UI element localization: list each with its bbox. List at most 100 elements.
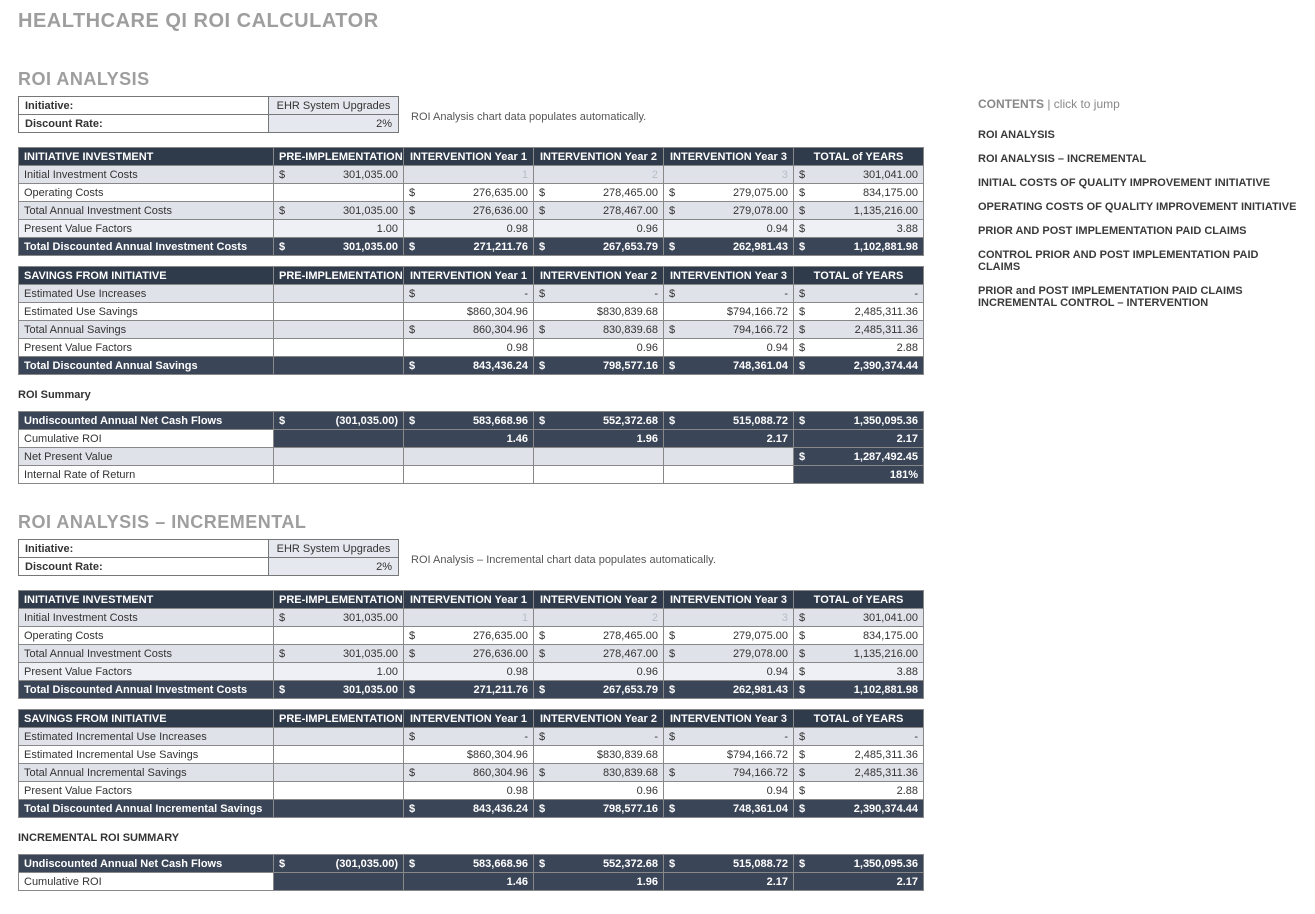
meta-table-roi: Initiative: EHR System Upgrades Discount…: [18, 96, 399, 133]
row-label: Total Annual Savings: [19, 321, 274, 339]
toc-item-1[interactable]: ROI ANALYSIS – INCREMENTAL: [978, 153, 1297, 165]
col-hdr-y3: INTERVENTION Year 3: [664, 710, 794, 728]
toc-item-4[interactable]: PRIOR AND POST IMPLEMENTATION PAID CLAIM…: [978, 225, 1297, 237]
table-row: Estimated Incremental Use Savings$860,30…: [19, 746, 924, 764]
row-label: Total Discounted Annual Savings: [19, 357, 274, 375]
table-row: Operating Costs$276,635.00$278,465.00$27…: [19, 627, 924, 645]
table-row: Internal Rate of Return181%: [19, 466, 924, 484]
col-hdr-y1: INTERVENTION Year 1: [404, 148, 534, 166]
col-hdr-pre: PRE-IMPLEMENTATION: [274, 267, 404, 285]
table-row: Total Annual Investment Costs$301,035.00…: [19, 645, 924, 663]
savings-table-roi-inc: SAVINGS FROM INITIATIVEPRE-IMPLEMENTATIO…: [18, 709, 938, 818]
row-label: Internal Rate of Return: [19, 466, 274, 484]
table-row: Estimated Incremental Use Increases$-$-$…: [19, 728, 924, 746]
main-content: ROI ANALYSIS Initiative: EHR System Upgr…: [18, 57, 938, 891]
savings-table-roi: SAVINGS FROM INITIATIVEPRE-IMPLEMENTATIO…: [18, 266, 938, 375]
col-hdr-y1: INTERVENTION Year 1: [404, 710, 534, 728]
row-label: Present Value Factors: [19, 782, 274, 800]
row-label: Estimated Use Savings: [19, 303, 274, 321]
row-label: Net Present Value: [19, 448, 274, 466]
table-row: Total Discounted Annual Investment Costs…: [19, 681, 924, 699]
toc-header: CONTENTS | click to jump: [978, 97, 1297, 111]
roi-inc-note: ROI Analysis – Incremental chart data po…: [411, 554, 716, 566]
row-label: Total Annual Investment Costs: [19, 202, 274, 220]
table-row: Cumulative ROI1.461.962.172.17: [19, 430, 924, 448]
table-row: Present Value Factors1.000.980.960.94$3.…: [19, 220, 924, 238]
col-hdr-y3: INTERVENTION Year 3: [664, 148, 794, 166]
row-label: Cumulative ROI: [19, 873, 274, 891]
row-label: Cumulative ROI: [19, 430, 274, 448]
summary-table-roi-inc: Undiscounted Annual Net Cash Flows$(301,…: [18, 854, 938, 891]
toc-item-6[interactable]: PRIOR and POST IMPLEMENTATION PAID CLAIM…: [978, 285, 1297, 309]
table-row: Initial Investment Costs$301,035.00123$3…: [19, 609, 924, 627]
col-hdr-label: SAVINGS FROM INITIATIVE: [19, 710, 274, 728]
col-hdr-y2: INTERVENTION Year 2: [534, 591, 664, 609]
col-hdr-y2: INTERVENTION Year 2: [534, 148, 664, 166]
table-row: Cumulative ROI1.461.962.172.17: [19, 873, 924, 891]
col-hdr-pre: PRE-IMPLEMENTATION: [274, 710, 404, 728]
discount-value-inc[interactable]: 2%: [269, 558, 399, 576]
table-row: Total Discounted Annual Savings$843,436.…: [19, 357, 924, 375]
table-row: Total Discounted Annual Incremental Savi…: [19, 800, 924, 818]
toc-header-bold: CONTENTS: [978, 97, 1044, 111]
toc-item-3[interactable]: OPERATING COSTS OF QUALITY IMPROVEMENT I…: [978, 201, 1297, 213]
row-label: Total Annual Incremental Savings: [19, 764, 274, 782]
row-label: Initial Investment Costs: [19, 166, 274, 184]
table-row: Net Present Value$1,287,492.45: [19, 448, 924, 466]
initiative-value-inc[interactable]: EHR System Upgrades: [269, 540, 399, 558]
discount-value[interactable]: 2%: [269, 115, 399, 133]
toc-item-2[interactable]: INITIAL COSTS OF QUALITY IMPROVEMENT INI…: [978, 177, 1297, 189]
row-label: Present Value Factors: [19, 339, 274, 357]
table-row: Total Annual Incremental Savings$860,304…: [19, 764, 924, 782]
row-label: Operating Costs: [19, 627, 274, 645]
row-label: Total Discounted Annual Investment Costs: [19, 238, 274, 256]
table-row: Present Value Factors0.980.960.94$2.88: [19, 339, 924, 357]
col-hdr-y3: INTERVENTION Year 3: [664, 267, 794, 285]
initiative-value[interactable]: EHR System Upgrades: [269, 97, 399, 115]
table-row: Operating Costs$276,635.00$278,465.00$27…: [19, 184, 924, 202]
table-row: Total Annual Savings$860,304.96$830,839.…: [19, 321, 924, 339]
row-label: Initial Investment Costs: [19, 609, 274, 627]
roi-summary-hdr: ROI Summary: [18, 389, 938, 401]
table-row: Initial Investment Costs$301,035.00123$3…: [19, 166, 924, 184]
page-title: HEALTHCARE QI ROI CALCULATOR: [18, 10, 1297, 33]
investment-table-roi: INITIATIVE INVESTMENTPRE-IMPLEMENTATIONI…: [18, 147, 938, 256]
col-hdr-y2: INTERVENTION Year 2: [534, 710, 664, 728]
table-row: Present Value Factors0.980.960.94$2.88: [19, 782, 924, 800]
col-hdr-y1: INTERVENTION Year 1: [404, 591, 534, 609]
summary-table-roi: Undiscounted Annual Net Cash Flows$(301,…: [18, 411, 938, 484]
row-label: Total Annual Investment Costs: [19, 645, 274, 663]
col-hdr-pre: PRE-IMPLEMENTATION: [274, 148, 404, 166]
row-label: Operating Costs: [19, 184, 274, 202]
row-label: Undiscounted Annual Net Cash Flows: [19, 412, 274, 430]
toc-list: ROI ANALYSIS ROI ANALYSIS – INCREMENTAL IN…: [978, 129, 1297, 309]
table-row: Estimated Use Increases$-$-$-$-: [19, 285, 924, 303]
initiative-label-inc: Initiative:: [19, 540, 269, 558]
col-hdr-y2: INTERVENTION Year 2: [534, 267, 664, 285]
section-title-roi-inc: ROI ANALYSIS – INCREMENTAL: [18, 512, 938, 533]
investment-table-roi-inc: INITIATIVE INVESTMENTPRE-IMPLEMENTATIONI…: [18, 590, 938, 699]
meta-table-roi-inc: Initiative: EHR System Upgrades Discount…: [18, 539, 399, 576]
row-label: Estimated Incremental Use Increases: [19, 728, 274, 746]
toc-header-rest: | click to jump: [1044, 97, 1120, 111]
col-hdr-label: SAVINGS FROM INITIATIVE: [19, 267, 274, 285]
table-row: Total Discounted Annual Investment Costs…: [19, 238, 924, 256]
row-label: Undiscounted Annual Net Cash Flows: [19, 855, 274, 873]
toc-item-0[interactable]: ROI ANALYSIS: [978, 129, 1297, 141]
col-hdr-tot: TOTAL of YEARS: [794, 148, 924, 166]
toc-item-5[interactable]: CONTROL PRIOR AND POST IMPLEMENTATION PA…: [978, 249, 1297, 273]
table-row: Undiscounted Annual Net Cash Flows$(301,…: [19, 855, 924, 873]
table-row: Undiscounted Annual Net Cash Flows$(301,…: [19, 412, 924, 430]
col-hdr-pre: PRE-IMPLEMENTATION: [274, 591, 404, 609]
col-hdr-tot: TOTAL of YEARS: [794, 267, 924, 285]
col-hdr-tot: TOTAL of YEARS: [794, 710, 924, 728]
discount-label: Discount Rate:: [19, 115, 269, 133]
col-hdr-label: INITIATIVE INVESTMENT: [19, 148, 274, 166]
col-hdr-tot: TOTAL of YEARS: [794, 591, 924, 609]
col-hdr-label: INITIATIVE INVESTMENT: [19, 591, 274, 609]
initiative-label: Initiative:: [19, 97, 269, 115]
row-label: Estimated Incremental Use Savings: [19, 746, 274, 764]
row-label: Total Discounted Annual Investment Costs: [19, 681, 274, 699]
row-label: Total Discounted Annual Incremental Savi…: [19, 800, 274, 818]
section-title-roi: ROI ANALYSIS: [18, 69, 938, 90]
